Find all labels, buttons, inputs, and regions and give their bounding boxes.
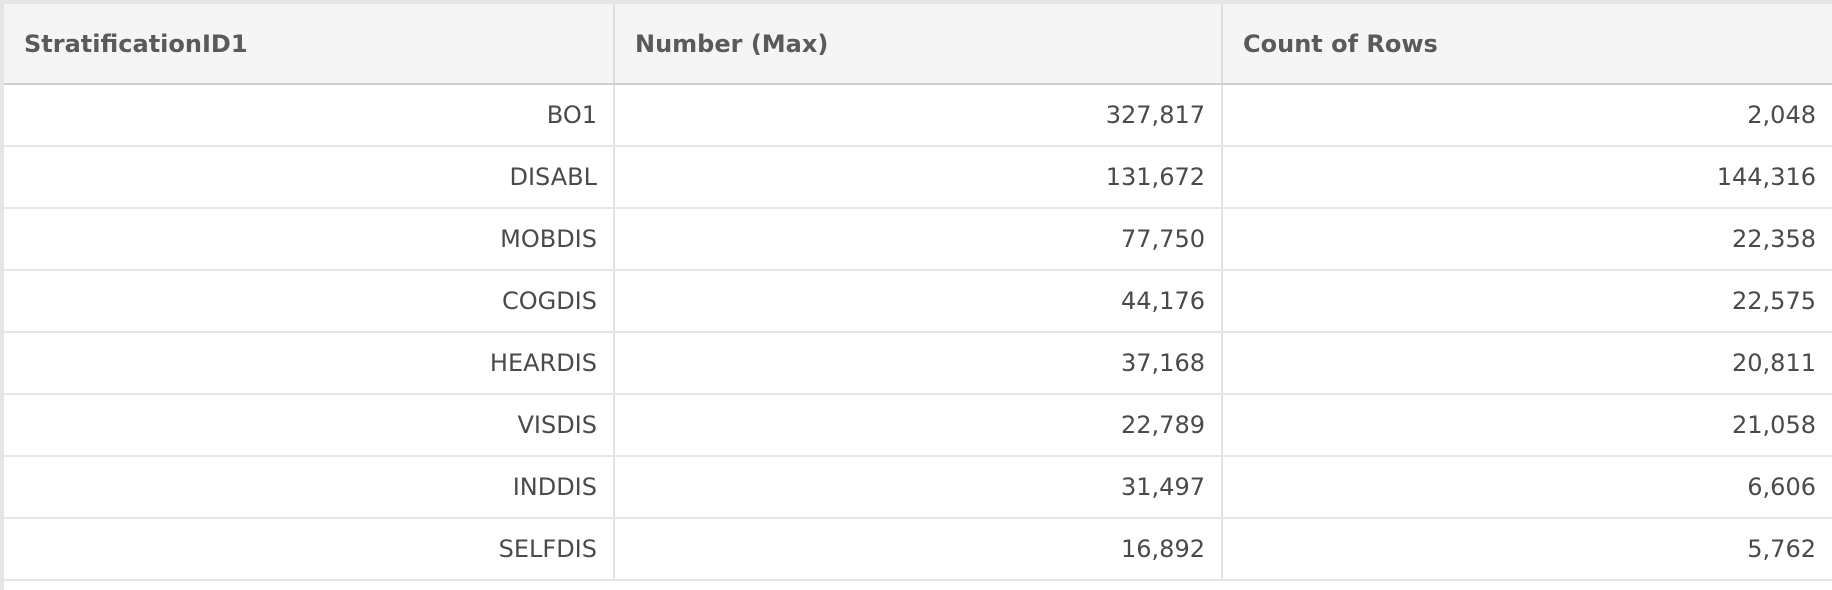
table-cell-stratification: VISDIS xyxy=(4,394,615,457)
table-cell-stratification: INDDIS xyxy=(4,456,615,519)
table-cell-stratification: DISABL xyxy=(4,146,615,209)
column-header-number-max[interactable]: Number (Max) xyxy=(614,4,1223,85)
table-row: DISABL 131,672 144,316 xyxy=(4,146,1832,209)
table-cell-count-of-rows: 20,811 xyxy=(1222,332,1832,395)
table-cell-stratification: HEARDIS xyxy=(4,332,615,395)
table-row: INDDIS 31,497 6,606 xyxy=(4,456,1832,519)
table-row: BO1 327,817 2,048 xyxy=(4,84,1832,147)
column-header-count-of-rows[interactable]: Count of Rows xyxy=(1222,4,1832,85)
table-cell-number-max: 131,672 xyxy=(614,146,1223,209)
table-body: BO1 327,817 2,048 DISABL 131,672 144,316… xyxy=(4,84,1832,581)
table-cell-stratification: MOBDIS xyxy=(4,208,615,271)
table-cell-count-of-rows: 22,358 xyxy=(1222,208,1832,271)
table-row: SELFDIS 16,892 5,762 xyxy=(4,518,1832,581)
table-cell-stratification: COGDIS xyxy=(4,270,615,333)
table-cell-number-max: 22,789 xyxy=(614,394,1223,457)
column-header-stratificationid1[interactable]: StratificationID1 xyxy=(4,4,615,85)
table-cell-stratification: SELFDIS xyxy=(4,518,615,581)
table-cell-number-max: 77,750 xyxy=(614,208,1223,271)
table-cell-count-of-rows: 21,058 xyxy=(1222,394,1832,457)
table-cell-stratification: BO1 xyxy=(4,84,615,147)
table-cell-count-of-rows: 144,316 xyxy=(1222,146,1832,209)
table-cell-count-of-rows: 6,606 xyxy=(1222,456,1832,519)
data-table: StratificationID1 Number (Max) Count of … xyxy=(4,4,1832,581)
table-cell-number-max: 44,176 xyxy=(614,270,1223,333)
table-cell-count-of-rows: 2,048 xyxy=(1222,84,1832,147)
table-row: VISDIS 22,789 21,058 xyxy=(4,394,1832,457)
table-cell-number-max: 16,892 xyxy=(614,518,1223,581)
table-cell-number-max: 31,497 xyxy=(614,456,1223,519)
table-cell-number-max: 37,168 xyxy=(614,332,1223,395)
table-header: StratificationID1 Number (Max) Count of … xyxy=(4,4,1832,85)
table-row: HEARDIS 37,168 20,811 xyxy=(4,332,1832,395)
table-cell-number-max: 327,817 xyxy=(614,84,1223,147)
header-row: StratificationID1 Number (Max) Count of … xyxy=(4,4,1832,85)
data-table-container: StratificationID1 Number (Max) Count of … xyxy=(0,0,1832,590)
table-row: COGDIS 44,176 22,575 xyxy=(4,270,1832,333)
table-row: MOBDIS 77,750 22,358 xyxy=(4,208,1832,271)
table-cell-count-of-rows: 5,762 xyxy=(1222,518,1832,581)
table-cell-count-of-rows: 22,575 xyxy=(1222,270,1832,333)
